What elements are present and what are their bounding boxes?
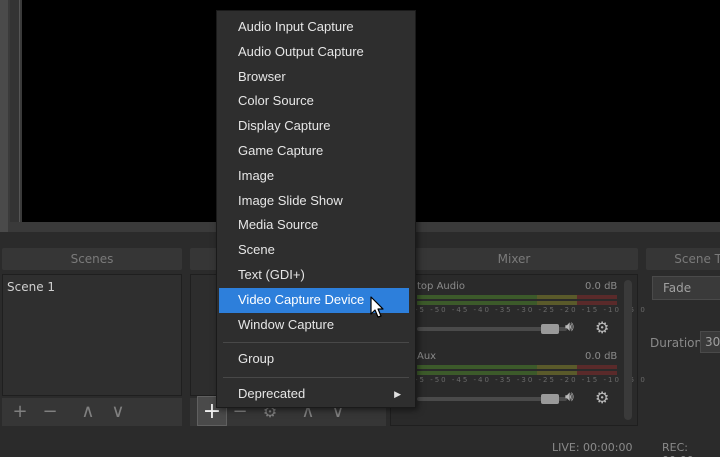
menu-item-color-source[interactable]: Color Source (217, 89, 415, 114)
menu-item-image-slide-show[interactable]: Image Slide Show (217, 189, 415, 214)
menu-item-display-capture[interactable]: Display Capture (217, 114, 415, 139)
menu-item-group[interactable]: Group (217, 347, 415, 372)
menu-item-browser[interactable]: Browser (217, 65, 415, 90)
preview-left-border (0, 0, 8, 232)
scenes-dock-title: Scenes (70, 252, 114, 266)
mixer-channel-label: top Audio (417, 281, 465, 292)
mixer-dock-header: Mixer (390, 248, 638, 270)
transitions-dock-title: Scene T (674, 252, 720, 266)
menu-item-scene[interactable]: Scene (217, 238, 415, 263)
volume-meter (417, 371, 617, 375)
speaker-icon[interactable]: 🔊︎ (565, 389, 574, 405)
transitions-dock-header: Scene T (646, 248, 720, 270)
mixer-scrollbar[interactable] (624, 280, 632, 420)
mixer-channel-db: 0.0 dB (585, 351, 618, 362)
submenu-arrow-icon: ▶ (394, 389, 401, 400)
mouse-cursor-icon (370, 296, 384, 318)
menu-item-audio-input-capture[interactable]: Audio Input Capture (217, 15, 415, 40)
preview-left-panel (10, 0, 20, 222)
mixer-channel-label: Aux (417, 351, 437, 362)
duration-input[interactable]: 30 (700, 331, 720, 353)
menu-item-media-source[interactable]: Media Source (217, 213, 415, 238)
volume-meter (417, 295, 617, 299)
gear-icon[interactable]: ⚙ (595, 318, 609, 337)
volume-meter (417, 301, 617, 305)
volume-slider-knob[interactable] (541, 394, 559, 404)
speaker-icon[interactable]: 🔊︎ (565, 319, 574, 335)
menu-separator (223, 377, 409, 379)
move-scene-up-icon[interactable]: ∧ (78, 402, 98, 422)
menu-separator (223, 342, 409, 344)
menu-item-audio-output-capture[interactable]: Audio Output Capture (217, 40, 415, 65)
scenes-list[interactable]: Scene 1 (2, 274, 182, 396)
duration-label: Duration (650, 336, 703, 350)
menu-item-text-gdi[interactable]: Text (GDI+) (217, 263, 415, 288)
volume-meter (417, 365, 617, 369)
mixer-dock-title: Mixer (497, 252, 531, 266)
live-status: LIVE: 00:00:00 (552, 441, 633, 454)
menu-item-deprecated-label: Deprecated (238, 386, 306, 402)
volume-slider-knob[interactable] (541, 324, 559, 334)
rec-status: REC: 00:00 (662, 441, 694, 457)
scenes-dock-header: Scenes (2, 248, 182, 270)
move-scene-down-icon[interactable]: ∨ (108, 402, 128, 422)
menu-item-image[interactable]: Image (217, 164, 415, 189)
meter-ticks: -5 -50 -45 -40 -35 -30 -25 -20 -15 -10 -… (415, 376, 647, 384)
mixer-channel-db: 0.0 dB (585, 281, 618, 292)
mixer-panel: top Audio 0.0 dB -5 -50 -45 -40 -35 -30 … (390, 274, 645, 426)
gear-icon[interactable]: ⚙ (595, 388, 609, 407)
remove-scene-icon[interactable]: − (40, 402, 60, 422)
scenes-toolbar: + − ∧ ∨ (2, 398, 182, 426)
transition-select[interactable]: Fade (652, 276, 720, 300)
scene-item[interactable]: Scene 1 (7, 280, 55, 294)
menu-item-deprecated[interactable]: Deprecated ▶ (217, 382, 415, 407)
add-scene-icon[interactable]: + (10, 402, 30, 422)
add-source-menu: Audio Input Capture Audio Output Capture… (216, 10, 416, 408)
menu-item-game-capture[interactable]: Game Capture (217, 139, 415, 164)
meter-ticks: -5 -50 -45 -40 -35 -30 -25 -20 -15 -10 -… (415, 306, 647, 314)
